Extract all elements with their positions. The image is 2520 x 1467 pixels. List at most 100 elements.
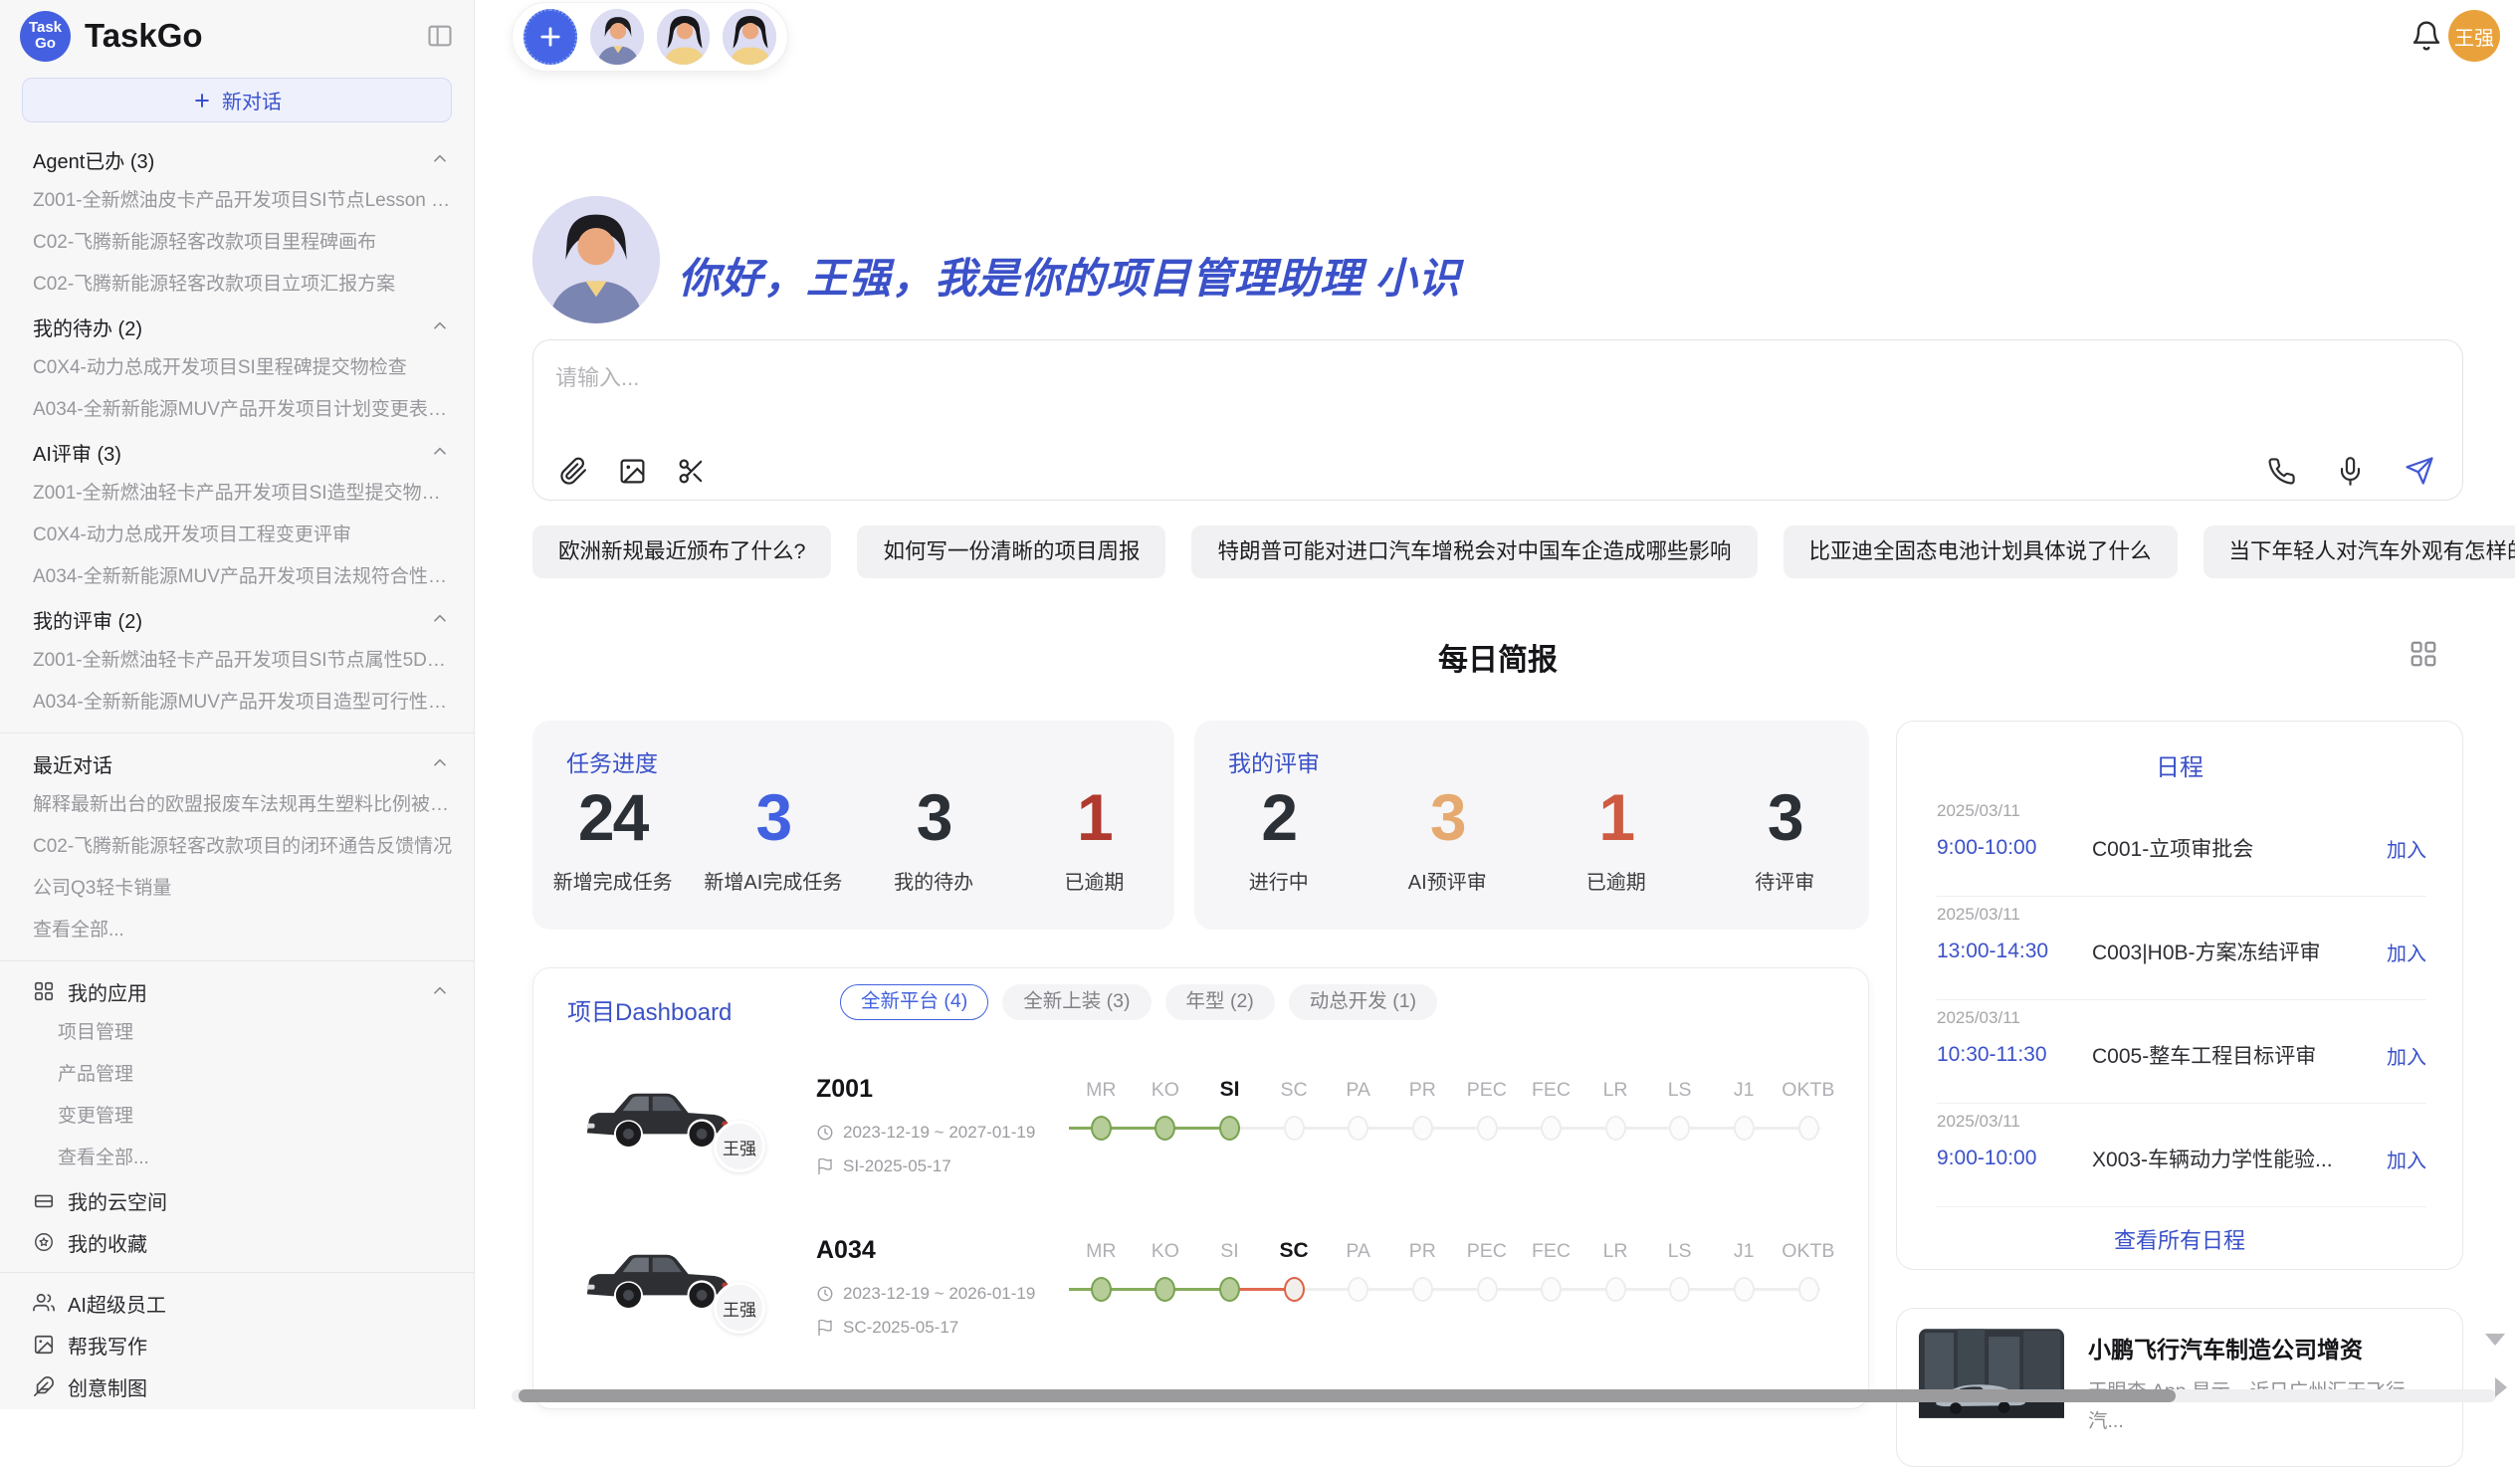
list-item[interactable]: C0X4-动力总成开发项目工程变更评审 bbox=[0, 515, 474, 556]
tab-model-year[interactable]: 年型 (2) bbox=[1165, 984, 1275, 1020]
event-time: 9:00-10:00 bbox=[1937, 1147, 2092, 1170]
user-avatar[interactable]: 王强 bbox=[2448, 10, 2500, 62]
project-owner-badge: 王强 bbox=[714, 1121, 765, 1172]
section-my-todo[interactable]: 我的待办 (2) bbox=[0, 306, 474, 347]
sidebar-item-ai-employee[interactable]: AI超级员工 bbox=[0, 1282, 474, 1324]
app-item[interactable]: 产品管理 bbox=[0, 1054, 474, 1096]
greeting-text: 你好，王强，我是你的项目管理助理 小识 bbox=[678, 245, 1461, 306]
project-dates: 2023-12-19 ~ 2026-01-19 bbox=[816, 1284, 1035, 1304]
section-my-review[interactable]: 我的评审 (2) bbox=[0, 598, 474, 640]
sidebar-item-help-write[interactable]: 帮我写作 bbox=[0, 1324, 474, 1365]
star-circle-icon bbox=[33, 1231, 55, 1253]
chat-input[interactable] bbox=[555, 360, 2148, 426]
suggestion-chip[interactable]: 比亚迪全固态电池计划具体说了什么 bbox=[1784, 525, 2178, 578]
join-link[interactable]: 加入 bbox=[2387, 1041, 2426, 1070]
section-ai-review[interactable]: AI评审 (3) bbox=[0, 431, 474, 473]
avatar[interactable] bbox=[657, 9, 711, 65]
schedule-card: 日程 2025/03/11 9:00-10:00 C001-立项审批会 加入 2… bbox=[1896, 721, 2463, 1270]
schedule-title: 日程 bbox=[1897, 747, 2462, 782]
list-item[interactable]: Z001-全新燃油皮卡产品开发项目SI节点Lesson Learn报告 bbox=[0, 180, 474, 222]
new-chat-label: 新对话 bbox=[222, 86, 282, 114]
recent-chat-item[interactable]: 解释最新出台的欧盟报废车法规再生塑料比例被调至15%... bbox=[0, 784, 474, 826]
app-logo: Task Go bbox=[20, 11, 71, 62]
screenshot-scissors-icon[interactable] bbox=[677, 457, 706, 486]
card-title: 任务进度 bbox=[566, 744, 658, 778]
project-code: Z001 bbox=[816, 1075, 873, 1104]
sidebar: Task Go TaskGo 新对话 Agent已办 (3) Z001-全新燃油… bbox=[0, 0, 475, 1409]
view-all-schedule-link[interactable]: 查看所有日程 bbox=[1897, 1223, 2462, 1255]
list-item[interactable]: C02-飞腾新能源轻客改款项目立项汇报方案 bbox=[0, 264, 474, 306]
microphone-icon[interactable] bbox=[2336, 457, 2365, 486]
join-link[interactable]: 加入 bbox=[2387, 1145, 2426, 1173]
event-date: 2025/03/11 bbox=[1937, 801, 2020, 821]
suggestion-chip[interactable]: 当下年轻人对汽车外观有怎样的喜好趋势 bbox=[2204, 525, 2515, 578]
sidebar-item-favorites[interactable]: 我的收藏 bbox=[0, 1221, 474, 1263]
suggestion-chips: 欧洲新规最近颁布了什么? 如何写一份清晰的项目周报 特朗普可能对进口汽车增税会对… bbox=[532, 525, 2515, 578]
join-link[interactable]: 加入 bbox=[2387, 938, 2426, 966]
app-title: TaskGo bbox=[85, 17, 203, 55]
tab-powertrain[interactable]: 动总开发 (1) bbox=[1289, 984, 1437, 1020]
new-chat-button[interactable]: 新对话 bbox=[22, 78, 452, 122]
event-date: 2025/03/11 bbox=[1937, 905, 2020, 925]
list-item[interactable]: A034-全新新能源MUV产品开发项目法规符合性评审 bbox=[0, 556, 474, 598]
project-row[interactable]: 王强 A034 2023-12-19 ~ 2026-01-19 SC-2025-… bbox=[533, 1232, 1869, 1393]
suggestion-chip[interactable]: 欧洲新规最近颁布了什么? bbox=[532, 525, 831, 578]
send-icon[interactable] bbox=[2405, 456, 2434, 486]
milestone-timeline: MRKOSISCPAPRPECFECLRLSJ1OKTB bbox=[1069, 1077, 1841, 1145]
notification-bell-icon[interactable] bbox=[2411, 20, 2442, 52]
project-code: A034 bbox=[816, 1236, 876, 1265]
tab-new-platform[interactable]: 全新平台 (4) bbox=[840, 984, 988, 1020]
sidebar-collapse-icon[interactable] bbox=[426, 22, 454, 50]
news-card[interactable]: 小鹏飞行汽车制造公司增资 天眼查 App 显示，近日广州汇天飞行汽... bbox=[1896, 1308, 2463, 1467]
users-icon bbox=[33, 1292, 55, 1314]
schedule-event: 2025/03/11 9:00-10:00 C001-立项审批会 加入 bbox=[1937, 795, 2426, 897]
list-item[interactable]: A034-全新新能源MUV产品开发项目计划变更表编写 bbox=[0, 389, 474, 431]
avatar[interactable] bbox=[723, 9, 776, 65]
sidebar-item-creative-draw[interactable]: 创意制图 bbox=[0, 1365, 474, 1407]
suggestion-chip[interactable]: 如何写一份清晰的项目周报 bbox=[857, 525, 1165, 578]
list-item[interactable]: A034-全新新能源MUV产品开发项目造型可行性评审 bbox=[0, 682, 474, 724]
stat: 1 已逾期 bbox=[1014, 778, 1174, 895]
section-recent-chats[interactable]: 最近对话 bbox=[0, 742, 474, 784]
project-row[interactable]: 王强 Z001 2023-12-19 ~ 2027-01-19 SI-2025-… bbox=[533, 1071, 1869, 1232]
add-agent-button[interactable] bbox=[524, 9, 577, 65]
sidebar-item-my-apps[interactable]: 我的应用 bbox=[0, 970, 474, 1012]
list-item[interactable]: C0X4-动力总成开发项目SI里程碑提交物检查 bbox=[0, 347, 474, 389]
briefing-layout-icon[interactable] bbox=[2409, 639, 2438, 669]
app-item[interactable]: 变更管理 bbox=[0, 1096, 474, 1138]
event-time: 13:00-14:30 bbox=[1937, 940, 2092, 963]
image-upload-icon[interactable] bbox=[618, 457, 647, 486]
chevron-up-icon bbox=[430, 442, 450, 462]
flag-icon bbox=[816, 1157, 834, 1175]
chat-composer bbox=[532, 339, 2463, 501]
project-milestone-date: SI-2025-05-17 bbox=[816, 1156, 951, 1176]
recent-chat-item[interactable]: 公司Q3轻卡销量 bbox=[0, 868, 474, 910]
stat: 3 我的待办 bbox=[854, 778, 1014, 895]
app-item[interactable]: 项目管理 bbox=[0, 1012, 474, 1054]
sidebar-item-cloud-space[interactable]: 我的云空间 bbox=[0, 1179, 474, 1221]
view-all-chats[interactable]: 查看全部... bbox=[0, 910, 474, 951]
clock-icon bbox=[816, 1285, 834, 1303]
dashboard-title: 项目Dashboard bbox=[567, 992, 732, 1027]
suggestion-chip[interactable]: 特朗普可能对进口汽车增税会对中国车企造成哪些影响 bbox=[1191, 525, 1757, 578]
horizontal-scrollbar-thumb[interactable] bbox=[519, 1389, 2176, 1402]
list-item[interactable]: C02-飞腾新能源轻客改款项目里程碑画布 bbox=[0, 222, 474, 264]
tab-new-body[interactable]: 全新上装 (3) bbox=[1002, 984, 1151, 1020]
list-item[interactable]: Z001-全新燃油轻卡产品开发项目SI节点属性5D文件评审 bbox=[0, 640, 474, 682]
avatar[interactable] bbox=[590, 9, 644, 65]
voice-call-icon[interactable] bbox=[2267, 457, 2296, 486]
scroll-down-arrow[interactable] bbox=[2485, 1334, 2505, 1346]
sidebar-header: Task Go TaskGo bbox=[0, 0, 474, 72]
stat: 3 待评审 bbox=[1701, 778, 1870, 895]
view-all-apps[interactable]: 查看全部... bbox=[0, 1138, 474, 1179]
chevron-up-icon bbox=[430, 981, 450, 1001]
project-milestone-date: SC-2025-05-17 bbox=[816, 1318, 958, 1338]
attachment-icon[interactable] bbox=[559, 457, 588, 486]
list-item[interactable]: Z001-全新燃油轻卡产品开发项目SI造型提交物评审 bbox=[0, 473, 474, 515]
recent-chat-item[interactable]: C02-飞腾新能源轻客改款项目的闭环通告反馈情况 bbox=[0, 826, 474, 868]
chevron-up-icon bbox=[430, 609, 450, 629]
join-link[interactable]: 加入 bbox=[2387, 834, 2426, 863]
section-agent-done[interactable]: Agent已办 (3) bbox=[0, 138, 474, 180]
feather-pen-icon bbox=[33, 1375, 55, 1397]
scroll-right-arrow[interactable] bbox=[2495, 1377, 2507, 1397]
